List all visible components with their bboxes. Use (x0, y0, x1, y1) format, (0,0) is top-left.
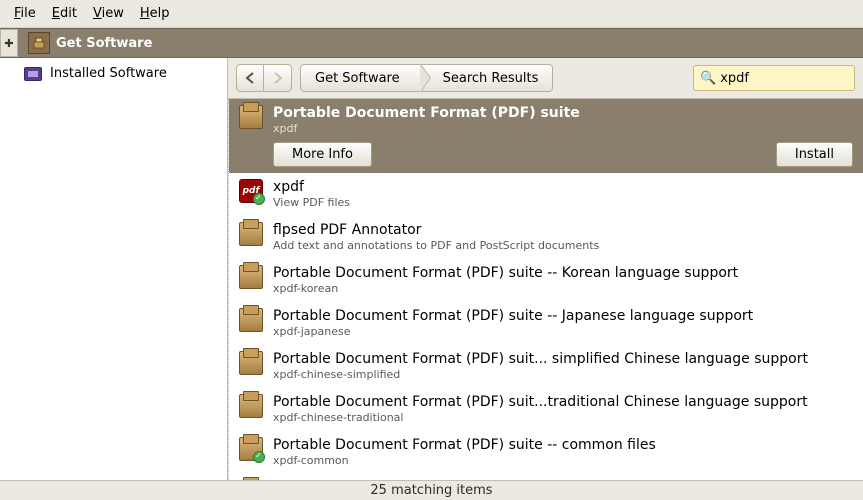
list-item[interactable]: Portable Document Format (PDF) suite -- … (229, 302, 863, 345)
result-desc: xpdf-chinese-traditional (273, 411, 853, 424)
install-button[interactable]: Install (776, 142, 853, 167)
sidebar: Installed Software (0, 58, 228, 480)
toolbar: Get Software Search Results 🔍 (228, 58, 863, 98)
breadcrumb-search-results[interactable]: Search Results (421, 64, 554, 92)
result-desc: xpdf-common (273, 454, 853, 467)
search-icon: 🔍 (700, 71, 716, 86)
list-item[interactable]: pdfxpdfView PDF files (229, 173, 863, 216)
topbar: ✚ Get Software (0, 28, 863, 58)
get-software-icon (28, 32, 50, 54)
forward-button[interactable] (264, 64, 292, 92)
menu-help[interactable]: Help (132, 3, 178, 24)
menu-view[interactable]: View (85, 3, 132, 24)
installed-badge-icon (253, 193, 265, 205)
back-button[interactable] (236, 64, 264, 92)
package-icon (239, 394, 263, 418)
list-item[interactable]: Portable Document Format (PDF) suite -- … (229, 431, 863, 474)
result-title: xpdf (273, 179, 853, 195)
menu-file[interactable]: File (6, 3, 44, 24)
expand-sidebar-button[interactable]: ✚ (0, 29, 18, 57)
result-desc: xpdf-japanese (273, 325, 853, 338)
pdf-icon: pdf (239, 179, 263, 203)
results-list[interactable]: Portable Document Format (PDF) suite xpd… (228, 98, 863, 480)
package-icon (239, 222, 263, 246)
result-title: Portable Document Format (PDF) suit...tr… (273, 394, 853, 410)
result-desc: View PDF files (273, 196, 853, 209)
search-input[interactable] (720, 71, 863, 86)
sidebar-item-label: Installed Software (50, 66, 167, 81)
list-item[interactable]: Portable Document Format (PDF) suit...tr… (229, 388, 863, 431)
package-icon (239, 308, 263, 332)
result-desc: xpdf (273, 122, 853, 135)
result-title: Portable Document Format (PDF) suite -- … (273, 308, 853, 324)
menu-edit[interactable]: Edit (44, 3, 85, 24)
package-icon (239, 437, 263, 461)
breadcrumb: Get Software Search Results (300, 64, 553, 92)
selected-result[interactable]: Portable Document Format (PDF) suite xpd… (229, 99, 863, 173)
package-icon (239, 265, 263, 289)
search-box[interactable]: 🔍 (693, 65, 855, 91)
statusbar: 25 matching items (0, 480, 863, 500)
breadcrumb-get-software[interactable]: Get Software (300, 64, 421, 92)
result-desc: xpdf-korean (273, 282, 853, 295)
package-icon (239, 105, 263, 129)
list-item[interactable]: Portable Document Format (PDF) suite -- … (229, 259, 863, 302)
package-icon (239, 351, 263, 375)
installed-badge-icon (253, 451, 265, 463)
result-title: Portable Document Format (PDF) suite -- … (273, 265, 853, 281)
result-title: Portable Document Format (PDF) suite -- … (273, 437, 853, 453)
sidebar-item-installed-software[interactable]: Installed Software (0, 62, 227, 85)
topbar-title: Get Software (56, 36, 152, 51)
result-desc: xpdf-chinese-simplified (273, 368, 853, 381)
result-title: Portable Document Format (PDF) suit... s… (273, 351, 853, 367)
more-info-button[interactable]: More Info (273, 142, 372, 167)
monitor-icon (24, 67, 42, 81)
status-text: 25 matching items (370, 483, 492, 498)
list-item[interactable]: flpsed PDF AnnotatorAdd text and annotat… (229, 216, 863, 259)
menubar: FileEditViewHelp (0, 0, 863, 28)
result-title: Portable Document Format (PDF) suite (273, 105, 853, 121)
result-title: flpsed PDF Annotator (273, 222, 853, 238)
list-item[interactable]: Portable Document Format (PDF) suit... s… (229, 345, 863, 388)
result-desc: Add text and annotations to PDF and Post… (273, 239, 853, 252)
